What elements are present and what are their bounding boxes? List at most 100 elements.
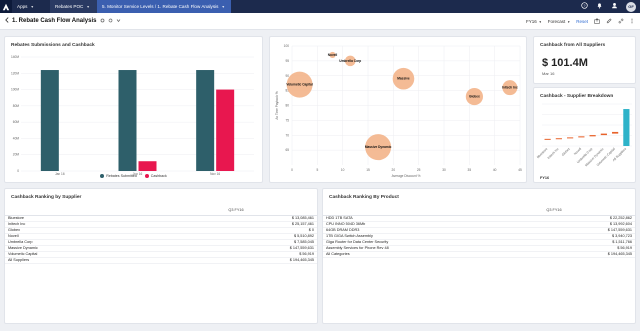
y-tick-label: 75 xyxy=(285,118,289,122)
supplier-waterfall-chart: BluestoreInitech Inc Globex NovellUmbrella… xyxy=(536,103,632,167)
rebates-bar-chart: 020M40M60M80M100M120M140MJan 16 Jun 16 Nov… xyxy=(11,55,254,176)
y-tick-label: 20M xyxy=(13,153,20,157)
page-title: 1. Rebate Cash Flow Analysis xyxy=(12,18,97,24)
current-path-label: 5. Monitor Service Levels / 1. Rebate Ca… xyxy=(102,4,219,9)
x-tick-label: 40 xyxy=(493,168,497,172)
back-arrow-icon[interactable] xyxy=(4,17,10,25)
x-axis-label: Average Discount % xyxy=(392,174,421,178)
bubble-label: Umbrella Corp xyxy=(339,59,361,63)
settings-icon[interactable] xyxy=(100,18,105,25)
y-tick-label: 40M xyxy=(13,136,20,140)
chevron-down-icon[interactable] xyxy=(116,18,121,25)
workspace-menu[interactable]: Rebates POC ▼ xyxy=(50,0,97,13)
forecast-filter[interactable]: Forecast ▼ xyxy=(548,19,571,24)
kpi-value: $ 101.4M xyxy=(542,57,588,69)
rebates-chart-card: Rebates Submissions and Cashback 0 20M 40M… xyxy=(4,36,263,183)
legend-item-submitted[interactable]: Rebates Submitted xyxy=(100,174,137,178)
product-table-title: Cashback Ranking By Product xyxy=(329,195,399,200)
topbar-actions: ? GF xyxy=(581,0,636,13)
rebates-chart-legend: Rebates Submitted Cashback xyxy=(5,174,262,178)
x-tick-label: 15 xyxy=(366,168,370,172)
current-path-breadcrumb[interactable]: 5. Monitor Service Levels / 1. Rebate Ca… xyxy=(97,0,231,13)
waterfall-bar[interactable] xyxy=(612,131,619,134)
apps-menu-label: Apps xyxy=(17,4,28,9)
page-header: 1. Rebate Cash Flow Analysis FY16 ▼ Fore… xyxy=(0,13,640,30)
bell-icon[interactable] xyxy=(596,2,603,11)
bubble-label: Massive Dynamic xyxy=(365,145,392,149)
supplier-ranking-table: Q3 FY16 Bluestore $ 13,085,461 Initech Inc… xyxy=(5,206,317,264)
table-total-row[interactable]: All Suppliers $ 194,465,345 xyxy=(5,256,317,264)
more-options-icon[interactable] xyxy=(630,18,634,26)
table-header-row: Q3 FY16 xyxy=(323,206,635,216)
legend-label: Cashback xyxy=(150,173,167,178)
sync-icon[interactable] xyxy=(108,18,113,25)
reset-button[interactable]: Reset xyxy=(576,19,588,24)
y-tick-label: 140M xyxy=(11,55,19,59)
bar-rebates-submitted[interactable] xyxy=(196,70,215,171)
y-tick-label: 65 xyxy=(285,148,289,152)
top-navigation-bar: Apps ▼ Rebates POC ▼ 5. Monitor Service … xyxy=(0,0,640,13)
bar-cashback[interactable] xyxy=(216,89,235,171)
logo-icon[interactable] xyxy=(0,0,12,13)
apps-menu[interactable]: Apps ▼ xyxy=(12,0,50,13)
table-header-row: Q3 FY16 xyxy=(5,206,317,216)
x-tick-label: 25 xyxy=(417,168,421,172)
table-header-empty xyxy=(323,206,473,216)
total-value: $ 194,465,345 xyxy=(473,250,635,258)
waterfall-bar[interactable] xyxy=(544,138,551,140)
y-tick-label: 0 xyxy=(17,169,19,173)
kpi-title: Cashback from All Suppliers xyxy=(540,43,606,48)
x-tick-label: 10 xyxy=(341,168,345,172)
share-icon[interactable] xyxy=(594,17,600,26)
x-tick-label: 5 xyxy=(316,168,318,172)
y-tick-label: 80 xyxy=(285,104,289,108)
chevron-down-icon: ▼ xyxy=(567,19,571,24)
product-ranking-table: Q3 FY16 HDD 1TB SATA $ 22,252,862 CPU INNO… xyxy=(323,206,635,258)
edit-icon[interactable] xyxy=(606,17,612,26)
forecast-filter-value: Forecast xyxy=(547,19,566,24)
chevron-down-icon: ▼ xyxy=(538,19,542,24)
table-column-header[interactable]: Q3 FY16 xyxy=(155,206,317,216)
y-tick-label: 95 xyxy=(285,59,289,63)
cashback-kpi-card: Cashback from All Suppliers $ 101.4M Mar… xyxy=(533,36,636,84)
total-value: $ 194,465,345 xyxy=(155,256,317,264)
avatar[interactable]: GF xyxy=(626,1,636,12)
bubble-label: Novell xyxy=(328,53,338,57)
waterfall-bar[interactable] xyxy=(555,138,562,140)
waterfall-bar[interactable] xyxy=(600,133,607,136)
user-icon[interactable] xyxy=(611,2,618,11)
help-icon[interactable]: ? xyxy=(581,2,588,11)
table-header-empty xyxy=(5,206,155,216)
waterfall-bar[interactable] xyxy=(567,137,574,139)
bubble-label: Massive xyxy=(397,77,410,81)
bar-rebates-submitted[interactable] xyxy=(118,70,137,171)
x-tick-label: Initech Inc xyxy=(546,147,559,160)
y-tick-label: 60M xyxy=(13,120,20,124)
supplier-table-title: Cashback Ranking by Supplier xyxy=(11,195,82,200)
table-total-row[interactable]: All Categories $ 194,465,345 xyxy=(323,250,635,258)
x-tick-label: 0 xyxy=(291,168,293,172)
bubble-label: Initech Inc xyxy=(502,86,518,90)
waterfall-total-bar[interactable] xyxy=(623,109,630,146)
total-label: All Suppliers xyxy=(5,256,155,264)
page-filters: FY16 ▼ Forecast ▼ Reset xyxy=(526,13,634,30)
legend-item-cashback[interactable]: Cashback xyxy=(144,173,167,178)
chevron-down-icon: ▼ xyxy=(221,4,225,9)
table-column-header[interactable]: Q3 FY16 xyxy=(473,206,635,216)
x-tick-label: Globex xyxy=(561,147,571,157)
bubble-label: Volumetic Capital xyxy=(286,83,313,87)
supplier-ranking-card: Cashback Ranking by Supplier Q3 FY16 Blu… xyxy=(4,188,318,324)
chevron-down-icon: ▼ xyxy=(86,4,90,9)
waterfall-bar[interactable] xyxy=(589,135,596,137)
bar-cashback[interactable] xyxy=(138,161,157,171)
bar-rebates-submitted[interactable] xyxy=(40,70,59,171)
supplier-bubble-chart: 657075808590951000 5 10 15 20 25 30 35 40 45Novel… xyxy=(275,44,522,178)
y-axis-label: Av Time Payback % xyxy=(275,91,279,119)
x-tick-label: 20 xyxy=(392,168,396,172)
x-tick-label: 30 xyxy=(442,168,446,172)
y-tick-label: 100 xyxy=(284,44,290,48)
period-filter[interactable]: FY16 ▼ xyxy=(526,19,542,24)
waterfall-bar[interactable] xyxy=(578,136,585,138)
period-filter-value: FY16 xyxy=(525,19,537,24)
link-icon[interactable] xyxy=(618,18,624,26)
